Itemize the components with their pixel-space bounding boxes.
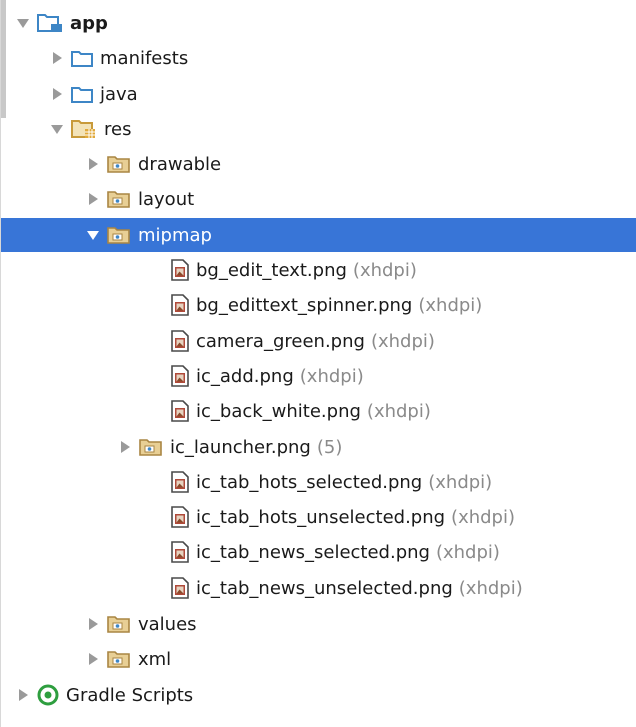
tree-row-ic-tab-news-unselected-png[interactable]: ic_tab_news_unselected.png (xhdpi) [1, 571, 636, 605]
tree-row-res[interactable]: res [1, 112, 636, 146]
tree-row-label: mipmap [138, 224, 212, 246]
tree-row-mipmap[interactable]: mipmap [1, 218, 636, 252]
tree-row-bg-edittext-spinner-png[interactable]: bg_edittext_spinner.png (xhdpi) [1, 288, 636, 322]
tree-row-label: ic_tab_news_selected.png [196, 541, 430, 563]
folder-icon [71, 85, 93, 103]
tree-row-label: app [70, 12, 108, 34]
tree-row-label: ic_launcher.png [170, 436, 311, 458]
tree-row-ic-add-png[interactable]: ic_add.png (xhdpi) [1, 359, 636, 393]
tree-row-label: java [100, 83, 138, 105]
tree-row-ic-back-white-png[interactable]: ic_back_white.png (xhdpi) [1, 394, 636, 428]
resource-folder-icon [107, 615, 131, 633]
tree-row-label: ic_tab_news_unselected.png [196, 577, 453, 599]
tree-row-bg-edit-text-png[interactable]: bg_edit_text.png (xhdpi) [1, 253, 636, 287]
tree-row-label: ic_add.png [196, 365, 294, 387]
tree-row-label: xml [138, 648, 172, 670]
image-file-icon [171, 541, 189, 563]
expand-arrow-icon[interactable] [43, 112, 71, 146]
image-file-icon [171, 330, 189, 352]
tree-row-label: ic_tab_hots_unselected.png [196, 506, 446, 528]
tree-row-ic-launcher-png[interactable]: ic_launcher.png (5) [1, 430, 636, 464]
tree-row-label: layout [138, 188, 195, 210]
tree-row-label: bg_edittext_spinner.png [196, 294, 413, 316]
tree-row-label: manifests [100, 47, 189, 69]
tree-row-drawable[interactable]: drawable [1, 147, 636, 181]
collapse-arrow-icon[interactable] [79, 642, 107, 676]
expand-arrow-icon[interactable] [79, 218, 107, 252]
image-file-icon [171, 259, 189, 281]
tree-row-hint: (xhdpi) [352, 259, 417, 281]
collapse-arrow-icon[interactable] [43, 41, 71, 75]
tree-row-ic-tab-news-selected-png[interactable]: ic_tab_news_selected.png (xhdpi) [1, 535, 636, 569]
image-file-icon [171, 471, 189, 493]
tree-row-manifests[interactable]: manifests [1, 41, 636, 75]
collapse-arrow-icon[interactable] [43, 77, 71, 111]
tree-row-hint: (xhdpi) [428, 471, 493, 493]
collapse-arrow-icon[interactable] [9, 678, 37, 712]
tree-row-layout[interactable]: layout [1, 182, 636, 216]
resource-folder-icon [107, 190, 131, 208]
tree-row-hint: (xhdpi) [458, 577, 523, 599]
tree-row-hint: (xhdpi) [370, 330, 435, 352]
tree-row-xml[interactable]: xml [1, 642, 636, 676]
resource-folder-icon [107, 155, 131, 173]
tree-row-label: camera_green.png [196, 330, 365, 352]
tree-row-hint: (xhdpi) [418, 294, 483, 316]
collapse-arrow-icon[interactable] [111, 430, 139, 464]
image-file-icon [171, 506, 189, 528]
tree-row-ic-tab-hots-selected-png[interactable]: ic_tab_hots_selected.png (xhdpi) [1, 465, 636, 499]
resources-folder-icon [71, 119, 97, 139]
tree-row-label: res [104, 118, 132, 140]
tree-row-label: bg_edit_text.png [196, 259, 347, 281]
tree-row-hint: (xhdpi) [435, 541, 500, 563]
tree-row-hint: (5) [316, 436, 343, 458]
image-file-icon [171, 577, 189, 599]
tree-row-ic-tab-hots-unselected-png[interactable]: ic_tab_hots_unselected.png (xhdpi) [1, 500, 636, 534]
tree-row-label: values [138, 613, 197, 635]
folder-icon [71, 49, 93, 67]
tree-row-hint: (xhdpi) [366, 400, 431, 422]
resource-folder-icon [107, 226, 131, 244]
module-folder-icon [37, 13, 63, 33]
resource-folder-icon [107, 650, 131, 668]
tree-row-app[interactable]: app [1, 6, 636, 40]
tree-row-camera-green-png[interactable]: camera_green.png (xhdpi) [1, 324, 636, 358]
expand-arrow-icon[interactable] [9, 6, 37, 40]
tree-row-gradle-scripts[interactable]: Gradle Scripts [1, 678, 636, 712]
image-file-icon [171, 365, 189, 387]
collapse-arrow-icon[interactable] [79, 607, 107, 641]
tree-row-values[interactable]: values [1, 607, 636, 641]
tree-row-hint: (xhdpi) [451, 506, 516, 528]
tree-row-label: drawable [138, 153, 222, 175]
image-file-icon [171, 400, 189, 422]
collapse-arrow-icon[interactable] [79, 182, 107, 216]
resource-folder-icon [139, 438, 163, 456]
gradle-icon [37, 684, 59, 706]
tree-row-label: Gradle Scripts [66, 684, 194, 706]
collapse-arrow-icon[interactable] [79, 147, 107, 181]
tree-row-label: ic_back_white.png [196, 400, 361, 422]
tree-row-label: ic_tab_hots_selected.png [196, 471, 423, 493]
tree-row-hint: (xhdpi) [299, 365, 364, 387]
project-tree: app manifests java res drawable layout mipmap b… [0, 0, 636, 727]
image-file-icon [171, 294, 189, 316]
tree-row-java[interactable]: java [1, 77, 636, 111]
